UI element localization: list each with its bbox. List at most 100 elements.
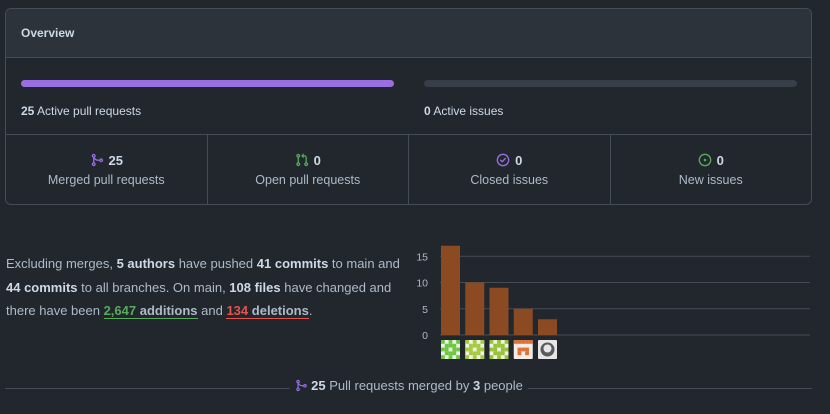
- green-identicon: [444, 347, 449, 352]
- green-identicon: [456, 355, 460, 359]
- orange-identicon: [525, 351, 529, 356]
- merged-prs-count: 25: [108, 152, 123, 168]
- deletions-link[interactable]: 134 deletions: [226, 303, 309, 319]
- green-identicon: [448, 340, 453, 344]
- pr-progress-bar: [21, 80, 394, 87]
- green-identicon: [448, 351, 453, 356]
- green-identicon: [441, 355, 445, 359]
- green-identicon: [444, 351, 449, 356]
- orange-identicon: [521, 347, 526, 352]
- summary-text: have pushed: [175, 256, 257, 271]
- orange-identicon: [525, 347, 529, 352]
- green-identicon: [452, 347, 457, 352]
- green-identicon: [472, 355, 477, 359]
- chart-y-tick-label: 5: [422, 304, 428, 316]
- open-prs-label: Open pull requests: [255, 172, 361, 187]
- summary-text: Excluding merges,: [6, 256, 117, 271]
- green-identicon: [452, 343, 457, 348]
- files-changed-count: 108 files: [229, 279, 281, 295]
- green-identicon: [456, 347, 460, 352]
- green-identicon: [448, 355, 453, 359]
- additions-count: 2,647: [103, 303, 137, 318]
- green-identicon: [493, 343, 498, 348]
- issues-progress-bar: [424, 80, 797, 87]
- green-identicon: [489, 355, 494, 359]
- chart-bar: [538, 319, 557, 335]
- additions-label: additions: [139, 303, 198, 318]
- merged-prs-footer: 25 Pull requests merged by 3 people: [5, 378, 812, 398]
- green-identicon: [500, 347, 505, 352]
- orange-identicon: [528, 340, 533, 344]
- additions-link[interactable]: 2,647 additions: [103, 303, 198, 319]
- chart-y-tick-label: 10: [416, 278, 428, 290]
- green-identicon: [476, 351, 481, 356]
- green-identicon: [465, 347, 470, 352]
- green-identicon: [448, 343, 453, 348]
- active-issues-label: Active issues: [433, 104, 504, 118]
- green-identicon: [476, 343, 481, 348]
- stat-closed-issues[interactable]: 0 Closed issues: [409, 135, 611, 204]
- orange-identicon: [517, 340, 522, 344]
- green-identicon: [504, 355, 509, 359]
- green-identicon: [504, 347, 509, 352]
- overview-panel: Overview 25 Active pull requests 0 Activ…: [5, 8, 812, 205]
- chart-bar: [513, 308, 533, 335]
- orange-identicon: [521, 340, 526, 344]
- green-identicon: [497, 355, 501, 359]
- footer-text: Pull requests merged by: [325, 378, 473, 393]
- chart-bar: [465, 282, 485, 335]
- pr-progress-fill: [21, 80, 394, 87]
- stat-new-issues[interactable]: 0 New issues: [611, 135, 812, 204]
- green-identicon: [441, 340, 445, 344]
- active-prs-count: 25: [21, 104, 35, 118]
- green-identicon: [472, 351, 477, 356]
- commit-summary: Excluding merges, 5 authors have pushed …: [6, 252, 411, 323]
- green-identicon: [452, 351, 457, 356]
- green-identicon: [456, 340, 460, 344]
- footer-text: people: [480, 378, 523, 393]
- closed-issues-count: 0: [515, 152, 523, 168]
- overview-header: Overview: [6, 9, 811, 58]
- closed-issues-label: Closed issues: [470, 172, 549, 187]
- orange-identicon: [525, 340, 529, 344]
- green-identicon: [493, 351, 498, 356]
- orange-identicon: [517, 347, 522, 352]
- issue-closed-icon: [496, 153, 510, 167]
- green-identicon: [497, 343, 501, 348]
- git-merge-icon: [294, 379, 307, 392]
- green-identicon: [465, 340, 470, 344]
- green-identicon: [469, 347, 473, 352]
- active-issues-link[interactable]: 0 Active issues: [424, 104, 503, 118]
- stats-row: 25 Merged pull requests 0 Open pull requ…: [6, 135, 811, 204]
- chart-bar: [441, 245, 460, 335]
- orange-identicon: [513, 340, 518, 344]
- git-pull-request-icon: [295, 153, 309, 167]
- green-identicon: [476, 347, 481, 352]
- summary-text: and: [197, 303, 227, 318]
- active-prs-label: Active pull requests: [37, 104, 142, 118]
- overview-title: Overview: [21, 26, 75, 40]
- stat-merged-prs[interactable]: 25 Merged pull requests: [6, 135, 208, 204]
- summary-text: to all branches. On main,: [77, 279, 230, 295]
- green-identicon: [472, 343, 477, 348]
- github-octocat-icon: [543, 344, 552, 353]
- git-merge-icon: [90, 153, 104, 167]
- active-issues-count: 0: [424, 104, 431, 118]
- active-prs-link[interactable]: 25 Active pull requests: [21, 104, 141, 118]
- new-issues-label: New issues: [678, 172, 743, 187]
- open-prs-count: 0: [313, 152, 321, 168]
- new-issues-count: 0: [716, 152, 724, 168]
- orange-identicon: [517, 351, 522, 356]
- green-identicon: [497, 351, 501, 356]
- green-identicon: [504, 340, 509, 344]
- stat-open-prs[interactable]: 0 Open pull requests: [208, 135, 409, 204]
- green-identicon: [497, 340, 501, 344]
- merged-prs-label: Merged pull requests: [47, 172, 165, 187]
- summary-text: to main and: [328, 256, 400, 271]
- authors-count: 5 authors: [116, 256, 176, 271]
- chart-bar: [489, 287, 509, 335]
- green-identicon: [469, 343, 473, 348]
- green-identicon: [465, 355, 470, 359]
- green-identicon: [469, 351, 473, 356]
- green-identicon: [441, 347, 445, 352]
